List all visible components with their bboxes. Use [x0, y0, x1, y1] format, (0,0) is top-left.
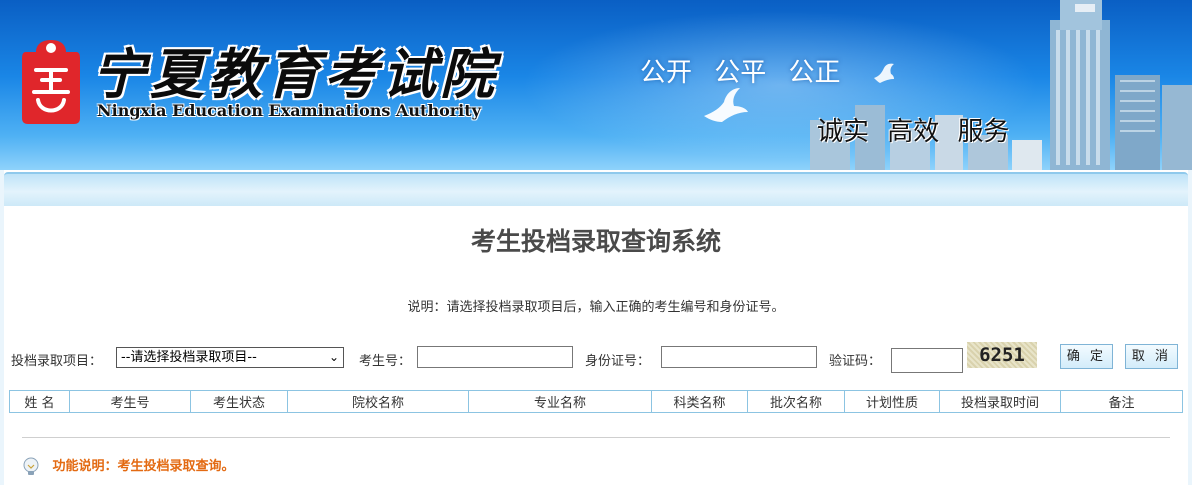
- divider: [22, 437, 1170, 438]
- frame-right: [1188, 170, 1192, 485]
- id-label: 身份证号：: [585, 354, 651, 369]
- results-table: 姓 名 考生号 考生状态 院校名称 专业名称 科类名称 批次名称 计划性质 投档…: [9, 390, 1183, 413]
- slogan-bottom: 诚实 高效 服务: [817, 117, 1010, 147]
- col-exam-no: 考生号: [69, 390, 191, 413]
- dove-small-icon: [874, 63, 894, 83]
- col-name: 姓 名: [9, 390, 70, 413]
- page-title: 考生投档录取查询系统: [470, 227, 721, 256]
- project-label: 投档录取项目：: [11, 354, 103, 369]
- exam-no-input[interactable]: [417, 346, 573, 368]
- org-title-cn: 宁夏教育考试院: [92, 42, 498, 106]
- col-category: 科类名称: [651, 390, 748, 413]
- col-admission-time: 投档录取时间: [939, 390, 1061, 413]
- header-banner: 宁夏教育考试院 Ningxia Education Examinations A…: [0, 0, 1192, 170]
- col-major: 专业名称: [468, 390, 652, 413]
- org-title-en: Ningxia Education Examinations Authority: [97, 101, 481, 120]
- frame-left: [0, 170, 4, 485]
- col-status: 考生状态: [190, 390, 288, 413]
- exam-no-label: 考生号：: [359, 354, 412, 369]
- function-note: 功能说明：考生投档录取查询。: [22, 455, 235, 477]
- lightbulb-icon: [23, 457, 39, 475]
- col-plan-type: 计划性质: [844, 390, 940, 413]
- seal-logo-icon: [22, 40, 80, 124]
- nav-bar: [4, 172, 1188, 206]
- dove-icon: [704, 88, 748, 122]
- instructions-text: 说明：请选择投档录取项目后，输入正确的考生编号和身份证号。: [407, 300, 785, 315]
- captcha-image[interactable]: 6251: [967, 342, 1037, 368]
- captcha-input[interactable]: [891, 348, 963, 373]
- chevron-down-icon: ⌄: [328, 350, 339, 364]
- col-school: 院校名称: [287, 390, 469, 413]
- col-batch: 批次名称: [747, 390, 845, 413]
- function-note-text: 功能说明：考生投档录取查询。: [52, 459, 235, 474]
- cancel-button[interactable]: 取 消: [1125, 344, 1178, 369]
- project-select-value: --请选择投档录取项目--: [121, 350, 257, 365]
- col-remarks: 备注: [1060, 390, 1183, 413]
- table-header-row: 姓 名 考生号 考生状态 院校名称 专业名称 科类名称 批次名称 计划性质 投档…: [9, 390, 1183, 413]
- slogan-top: 公开 公平 公正: [640, 58, 841, 88]
- project-select[interactable]: --请选择投档录取项目-- ⌄: [116, 347, 344, 368]
- id-number-input[interactable]: [661, 346, 817, 368]
- confirm-button[interactable]: 确 定: [1060, 344, 1113, 369]
- captcha-label: 验证码：: [829, 354, 882, 369]
